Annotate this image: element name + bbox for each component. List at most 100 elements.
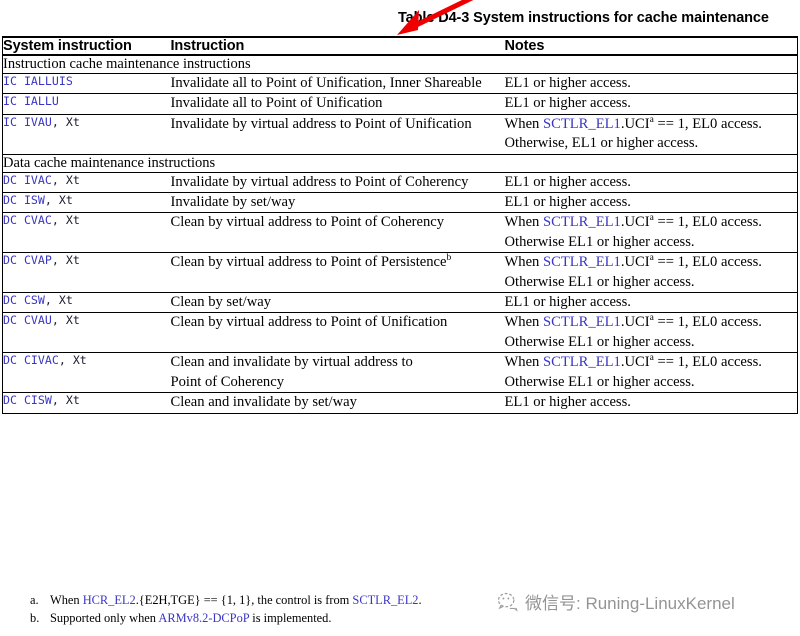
instruction-text: Invalidate all to Point of Unification, … [170, 75, 482, 91]
instruction-text: Clean and invalidate by set/way [170, 394, 357, 411]
section-heading-label: Data cache maintenance instructions [2, 154, 798, 173]
instruction-text: Invalidate by set/way [170, 194, 296, 211]
text-run: is implemented. [249, 610, 332, 625]
sys-op: DC [3, 393, 17, 408]
footnote-superscript: b [446, 253, 452, 264]
text-run: Otherwise EL1 or higher access. [504, 373, 695, 390]
footnote-marker: a. [30, 593, 39, 607]
register-reference: SCTLR_EL1 [543, 354, 621, 371]
register-reference: SCTLR_EL2 [352, 593, 419, 607]
table-header-row: System instruction Instruction Notes [2, 37, 798, 56]
table-row: DC IVAC, Xt Invalidate by virtual address… [2, 172, 798, 194]
cell-notes: EL1 or higher access. [504, 93, 798, 115]
note-line: When SCTLR_EL1.UCIa == 1, EL0 access. [505, 253, 798, 272]
register-reference: SCTLR_EL1 [543, 214, 621, 231]
text-run: EL1 or higher access. [504, 394, 631, 411]
wechat-icon [497, 592, 518, 612]
sys-register-operand: , Xt [51, 114, 80, 129]
table-row: DC CVAU, Xt Clean by virtual address to P… [2, 312, 798, 354]
sys-register-operand: , Xt [51, 313, 80, 328]
text-run: EL1 or higher access. [504, 294, 631, 311]
cell-instruction-description: Clean by virtual address to Point of Per… [170, 252, 505, 294]
cell-system-instruction: DC CVAU, Xt [2, 312, 171, 354]
text-run: When [504, 254, 543, 271]
cell-instruction-description: Invalidate by virtual address to Point o… [170, 114, 505, 155]
section-heading-label: Instruction cache maintenance instructio… [2, 55, 798, 74]
text-run: .{E2H,TGE} == {1, 1}, the control is fro… [135, 593, 353, 607]
watermark-text: 微信号: Runing-LinuxKernel [525, 594, 735, 613]
cell-system-instruction: DC CSW, Xt [2, 292, 171, 314]
register-reference: ARMv8.2-DCPoP [158, 610, 250, 625]
footnote-marker: b. [30, 610, 40, 625]
table-row: DC CVAP, Xt Clean by virtual address to P… [2, 252, 798, 294]
cell-notes: When SCTLR_EL1.UCIa == 1, EL0 access. Oth… [504, 212, 798, 254]
sys-arg: ISW [23, 193, 45, 208]
cell-system-instruction: DC CIVAC, Xt [2, 352, 171, 394]
note-line: Otherwise EL1 or higher access. [505, 233, 798, 252]
note-line: EL1 or higher access. [505, 173, 798, 192]
cell-notes: EL1 or higher access. [504, 172, 798, 194]
text-run: .UCI [620, 314, 650, 331]
title-area: Table D4-3 System instructions for cache… [0, 0, 800, 36]
text-run: EL1 or higher access. [504, 173, 631, 190]
sys-op: DC [3, 172, 17, 187]
column-header-notes: Notes [504, 37, 798, 56]
instruction-text: Clean by set/way [170, 294, 272, 311]
text-run: .UCI [620, 214, 650, 231]
wechat-watermark: 微信号: Runing-LinuxKernel [497, 589, 735, 614]
cell-notes: EL1 or higher access. [504, 73, 798, 95]
sys-op: DC [3, 353, 17, 368]
note-line: EL1 or higher access. [505, 193, 798, 212]
text-run: When [504, 354, 543, 371]
text-run: When [50, 593, 83, 607]
cell-instruction-description: Invalidate by virtual address to Point o… [170, 172, 505, 194]
text-run: When [504, 314, 543, 331]
cell-notes: EL1 or higher access. [504, 292, 798, 314]
text-run: .UCI [620, 254, 650, 271]
cache-maintenance-table: System instruction Instruction Notes Ins… [2, 36, 798, 414]
text-run: EL1 or higher access. [504, 194, 631, 211]
sys-arg: CSW [23, 293, 45, 308]
cell-instruction-description: Clean by set/way [170, 292, 505, 314]
table-section-heading-row: Data cache maintenance instructions [2, 154, 798, 173]
sys-arg: CVAC [23, 213, 52, 228]
sys-register-operand: , Xt [51, 253, 80, 268]
note-line: Otherwise, EL1 or higher access. [505, 134, 798, 153]
register-reference: SCTLR_EL1 [543, 254, 621, 271]
instruction-text: Invalidate by virtual address to Point o… [170, 173, 469, 190]
cell-instruction-description: Clean and invalidate by virtual address … [170, 352, 505, 394]
cell-instruction-description: Clean and invalidate by set/way [170, 392, 505, 414]
text-run: EL1 or higher access. [504, 95, 631, 112]
sys-arg: IALLU [23, 94, 59, 109]
table-row: IC IALLUIS Invalidate all to Point of Uni… [2, 73, 798, 95]
cell-notes: When SCTLR_EL1.UCIa == 1, EL0 access. Oth… [504, 352, 798, 394]
text-run: == 1, EL0 access. [653, 314, 762, 331]
column-header-instruction: Instruction [170, 37, 505, 56]
sys-arg: IVAU [23, 114, 52, 129]
table-row: DC ISW, Xt Invalidate by set/way EL1 or hi… [2, 192, 798, 214]
sys-arg: IVAC [23, 172, 52, 187]
note-line: Otherwise EL1 or higher access. [505, 373, 798, 392]
cell-notes: EL1 or higher access. [504, 192, 798, 214]
note-line: When SCTLR_EL1.UCIa == 1, EL0 access. [505, 213, 798, 232]
text-run: .UCI [620, 354, 650, 371]
note-line: EL1 or higher access. [505, 74, 798, 93]
sys-register-operand: , Xt [44, 193, 73, 208]
sys-register-operand: , Xt [51, 393, 80, 408]
instruction-text: Clean by virtual address to Point of Uni… [170, 314, 448, 331]
cell-notes: When SCTLR_EL1.UCIa == 1, EL0 access. Oth… [504, 114, 798, 155]
note-line: EL1 or higher access. [505, 94, 798, 113]
text-run: Otherwise EL1 or higher access. [504, 333, 695, 350]
instruction-text: Clean by virtual address to Point of Per… [170, 254, 447, 271]
cell-notes: When SCTLR_EL1.UCIa == 1, EL0 access. Oth… [504, 312, 798, 354]
sys-op: DC [3, 213, 17, 228]
table-body: Instruction cache maintenance instructio… [2, 55, 798, 414]
cell-instruction-description: Clean by virtual address to Point of Uni… [170, 312, 505, 354]
text-run: .UCI [620, 115, 650, 132]
text-run: == 1, EL0 access. [653, 115, 762, 132]
instruction-text: Clean and invalidate by virtual address … [170, 354, 413, 371]
column-header-system-instruction: System instruction [2, 37, 171, 56]
text-run: EL1 or higher access. [504, 75, 631, 91]
cell-system-instruction: DC CVAC, Xt [2, 212, 171, 254]
instruction-text: Invalidate by virtual address to Point o… [170, 115, 472, 132]
